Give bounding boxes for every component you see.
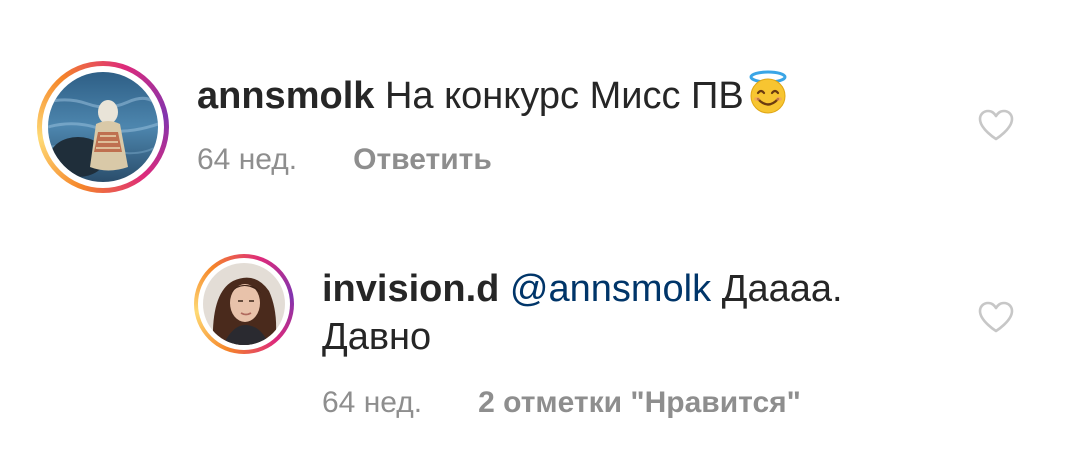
avatar[interactable]: [37, 61, 169, 193]
comment-body: Давно: [322, 316, 432, 358]
avatar[interactable]: [194, 254, 294, 354]
comment-timestamp[interactable]: 64 нед.: [322, 386, 422, 419]
avatar-photo: [203, 263, 285, 345]
comment-timestamp[interactable]: 64 нед.: [197, 143, 297, 176]
comment-meta: 64 нед. Ответить: [197, 140, 492, 180]
comment-username[interactable]: invision.d: [322, 268, 499, 310]
avatar-photo: [48, 72, 158, 182]
reply-item: invision.d @annsmolk Даааа. Давно 64 нед…: [0, 230, 1080, 471]
comment-username[interactable]: annsmolk: [197, 75, 374, 117]
comment-text-continued: Давно: [322, 312, 431, 362]
likes-count[interactable]: 2 отметки "Нравится": [478, 386, 801, 419]
comment-text: annsmolk На конкурс Мисс ПВ: [197, 70, 790, 121]
comment-text: invision.d @annsmolk Даааа.: [322, 264, 843, 314]
smiling-face-with-halo-icon: [749, 70, 787, 114]
comment-body: Даааа.: [721, 268, 843, 310]
heart-icon[interactable]: [977, 108, 1015, 142]
comment-meta: 64 нед. 2 отметки "Нравится": [322, 383, 801, 423]
comment-body: На конкурс Мисс ПВ: [384, 75, 744, 117]
reply-button[interactable]: Ответить: [353, 143, 492, 176]
heart-icon[interactable]: [977, 300, 1015, 334]
mention-link[interactable]: @annsmolk: [510, 268, 711, 310]
comment-item: annsmolk На конкурс Мисс ПВ 64 нед. Ответ…: [0, 0, 1080, 210]
